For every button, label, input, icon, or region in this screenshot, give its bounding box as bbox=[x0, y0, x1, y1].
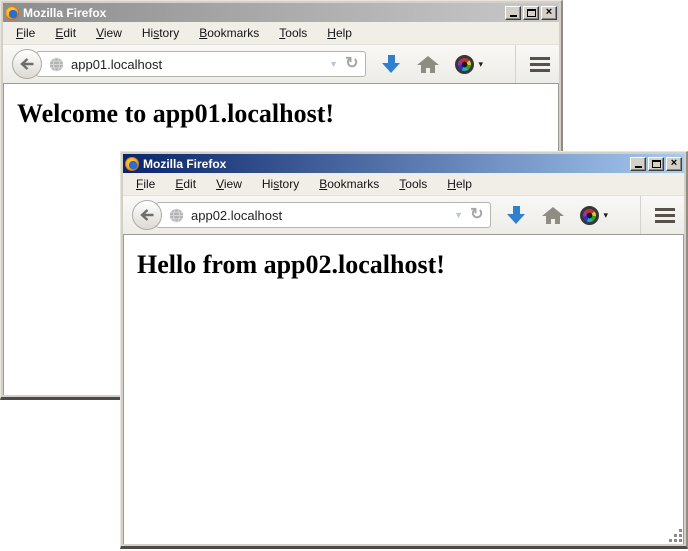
globe-icon bbox=[169, 208, 184, 223]
firefox-logo-icon bbox=[125, 157, 139, 171]
extension-button[interactable]: ▾ bbox=[580, 206, 608, 225]
download-arrow-tip bbox=[507, 214, 525, 224]
window-controls: × bbox=[505, 6, 557, 20]
menu-file[interactable]: File bbox=[6, 23, 45, 43]
menu-help[interactable]: Help bbox=[437, 174, 482, 194]
home-button[interactable] bbox=[542, 207, 564, 224]
toolbar-right-group: ▾ bbox=[506, 196, 675, 234]
back-button[interactable] bbox=[132, 200, 162, 230]
download-arrow-icon bbox=[513, 206, 520, 214]
menu-bookmarks[interactable]: Bookmarks bbox=[309, 174, 389, 194]
close-button[interactable]: × bbox=[666, 157, 682, 171]
menu-edit[interactable]: Edit bbox=[165, 174, 206, 194]
toolbar-right-group: ▾ bbox=[381, 45, 550, 83]
window-title: Mozilla Firefox bbox=[143, 158, 626, 170]
menu-bar: FileEditViewHistoryBookmarksToolsHelp bbox=[3, 22, 559, 45]
url-text[interactable]: app02.localhost bbox=[191, 208, 447, 223]
menu-history[interactable]: History bbox=[252, 174, 309, 194]
window-title: Mozilla Firefox bbox=[23, 7, 501, 19]
download-arrow-icon bbox=[388, 55, 395, 63]
home-icon-body bbox=[546, 216, 560, 224]
home-icon-body bbox=[421, 65, 435, 73]
home-icon-door bbox=[551, 219, 555, 224]
window-controls: × bbox=[630, 157, 682, 171]
firefox-window-app02[interactable]: Mozilla Firefox × FileEditViewHistoryBoo… bbox=[120, 151, 688, 549]
urlbar-dropdown-icon[interactable]: ▼ bbox=[329, 59, 338, 69]
home-button[interactable] bbox=[417, 56, 439, 73]
page-heading: Welcome to app01.localhost! bbox=[17, 99, 558, 129]
titlebar[interactable]: Mozilla Firefox × bbox=[123, 154, 684, 173]
menu-view[interactable]: View bbox=[206, 174, 252, 194]
navigation-toolbar: app02.localhost ▼ ↻ ▾ bbox=[123, 196, 684, 234]
page-heading: Hello from app02.localhost! bbox=[137, 250, 683, 280]
maximize-icon bbox=[652, 160, 661, 168]
extension-dropdown-icon: ▾ bbox=[478, 60, 483, 69]
back-arrow-icon bbox=[140, 209, 155, 221]
menu-tools[interactable]: Tools bbox=[389, 174, 437, 194]
resize-grip[interactable] bbox=[669, 529, 683, 543]
menu-view[interactable]: View bbox=[86, 23, 132, 43]
page-content: Hello from app02.localhost! bbox=[123, 234, 684, 544]
menu-tools[interactable]: Tools bbox=[269, 23, 317, 43]
close-button[interactable]: × bbox=[541, 6, 557, 20]
maximize-icon bbox=[527, 9, 536, 17]
minimize-icon bbox=[510, 15, 517, 17]
home-icon bbox=[542, 207, 564, 216]
menu-edit[interactable]: Edit bbox=[45, 23, 86, 43]
minimize-button[interactable] bbox=[630, 157, 646, 171]
minimize-button[interactable] bbox=[505, 6, 521, 20]
reload-icon[interactable]: ↻ bbox=[345, 56, 358, 72]
hamburger-icon bbox=[655, 208, 675, 223]
color-wheel-extension-icon bbox=[455, 55, 474, 74]
color-wheel-extension-icon bbox=[580, 206, 599, 225]
menu-file[interactable]: File bbox=[126, 174, 165, 194]
home-icon-door bbox=[426, 68, 430, 73]
home-icon bbox=[417, 56, 439, 65]
titlebar[interactable]: Mozilla Firefox × bbox=[3, 3, 559, 22]
maximize-button[interactable] bbox=[523, 6, 539, 20]
menu-panel-button[interactable] bbox=[515, 45, 550, 83]
minimize-icon bbox=[635, 166, 642, 168]
menu-panel-button[interactable] bbox=[640, 196, 675, 234]
downloads-button[interactable] bbox=[506, 206, 526, 224]
url-bar[interactable]: app02.localhost ▼ ↻ bbox=[156, 202, 491, 228]
extension-dropdown-icon: ▾ bbox=[603, 211, 608, 220]
back-arrow-icon bbox=[20, 58, 35, 70]
menu-bar: FileEditViewHistoryBookmarksToolsHelp bbox=[123, 173, 684, 196]
hamburger-icon bbox=[530, 57, 550, 72]
menu-help[interactable]: Help bbox=[317, 23, 362, 43]
maximize-button[interactable] bbox=[648, 157, 664, 171]
globe-icon bbox=[49, 57, 64, 72]
urlbar-dropdown-icon[interactable]: ▼ bbox=[454, 210, 463, 220]
extension-button[interactable]: ▾ bbox=[455, 55, 483, 74]
url-bar[interactable]: app01.localhost ▼ ↻ bbox=[36, 51, 366, 77]
url-text[interactable]: app01.localhost bbox=[71, 57, 322, 72]
downloads-button[interactable] bbox=[381, 55, 401, 73]
menu-bookmarks[interactable]: Bookmarks bbox=[189, 23, 269, 43]
firefox-logo-icon bbox=[5, 6, 19, 20]
download-arrow-tip bbox=[382, 63, 400, 73]
menu-history[interactable]: History bbox=[132, 23, 189, 43]
back-button[interactable] bbox=[12, 49, 42, 79]
reload-icon[interactable]: ↻ bbox=[470, 207, 483, 223]
navigation-toolbar: app01.localhost ▼ ↻ ▾ bbox=[3, 45, 559, 83]
